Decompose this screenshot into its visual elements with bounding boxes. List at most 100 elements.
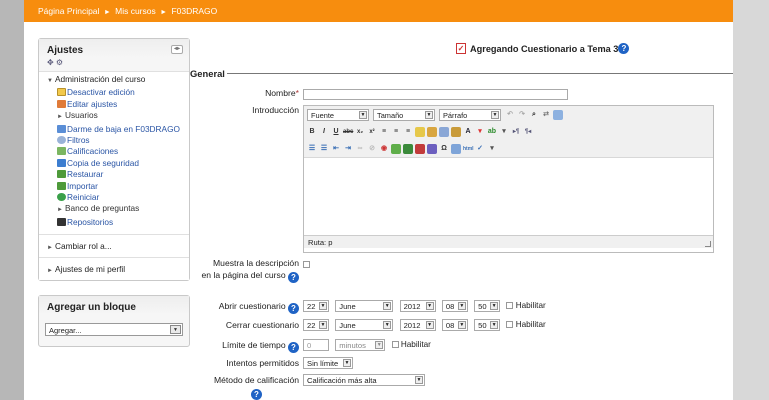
spellcheck-icon[interactable]: ✓: [475, 144, 485, 154]
time-limit-unit-select[interactable]: minutos ▼: [335, 339, 386, 351]
resize-handle-icon[interactable]: [705, 241, 711, 247]
dropdown-arrow-icon[interactable]: ▾: [499, 127, 509, 137]
align-right-icon[interactable]: ≡: [403, 127, 413, 137]
numbered-list-icon[interactable]: ☰: [319, 144, 329, 154]
time-limit-input[interactable]: 0: [303, 339, 329, 351]
fullscreen-icon[interactable]: [553, 109, 563, 120]
sidebar-item-filters[interactable]: Filtros: [47, 135, 183, 146]
sidebar-item-import[interactable]: Importar: [47, 181, 183, 192]
open-hour-select[interactable]: 08 ▼: [441, 300, 468, 312]
format-select[interactable]: Párrafo ▼: [439, 108, 501, 121]
time-limit-enable-checkbox[interactable]: [391, 341, 399, 349]
dropdown-arrow-icon[interactable]: ▾: [475, 127, 485, 137]
name-label: Nombre*: [265, 88, 299, 98]
sidebar-item-grades[interactable]: Calificaciones: [47, 146, 183, 157]
block-dock-icon[interactable]: ◂▸: [171, 45, 183, 54]
equation-icon[interactable]: [415, 143, 425, 154]
editor-toolbar: Fuente ▼ Tamaño ▼ Párrafo ▼ ↶ ↷ ⌕ ⇄ B I U a…: [304, 106, 713, 158]
help-icon[interactable]: ?: [250, 389, 262, 400]
grading-method-select[interactable]: Calificación más alta ▼: [303, 374, 425, 386]
find-icon[interactable]: ⌕: [529, 110, 539, 120]
paste-word-icon[interactable]: [439, 126, 449, 137]
help-icon[interactable]: ?: [618, 43, 630, 54]
sidebar-item-switch-role[interactable]: ► Cambiar rol a...: [39, 234, 189, 258]
open-day-select[interactable]: 22 ▼: [303, 300, 329, 312]
underline-icon[interactable]: U: [331, 127, 341, 137]
link-icon[interactable]: ∞: [355, 144, 365, 154]
intro-label: Introducción: [252, 105, 299, 115]
breadcrumb-my-courses[interactable]: Mis cursos: [115, 6, 156, 16]
dropdown-arrow-icon[interactable]: ▾: [487, 144, 497, 154]
reset-icon: [57, 193, 66, 202]
editor-content-area[interactable]: [304, 158, 713, 235]
unenrol-icon: [57, 124, 66, 133]
help-icon[interactable]: ?: [288, 303, 299, 314]
strikethrough-icon[interactable]: abc: [343, 127, 353, 137]
close-hour-select[interactable]: 08 ▼: [441, 319, 468, 331]
show-description-checkbox[interactable]: [303, 261, 310, 268]
collapsed-arrow-icon: ►: [57, 207, 63, 214]
outdent-icon[interactable]: ⇤: [331, 144, 341, 154]
highlight-color-icon[interactable]: ab: [487, 127, 497, 137]
help-icon[interactable]: ?: [288, 272, 299, 283]
time-limit-enable-label: Habilitar: [400, 340, 431, 350]
block-move-icons[interactable]: ✥ ⚙: [39, 58, 189, 71]
sidebar-item-unenrol[interactable]: Darme de baja en F03DRAGO: [47, 124, 183, 135]
table-icon[interactable]: [427, 143, 437, 154]
sidebar-item-edit-settings[interactable]: Editar ajustes: [47, 99, 183, 110]
restore-icon: [57, 170, 66, 179]
breadcrumb-home[interactable]: Página Principal: [38, 6, 99, 16]
bullet-list-icon[interactable]: ☰: [307, 144, 317, 154]
edit-html-icon[interactable]: [451, 143, 461, 154]
replace-icon[interactable]: ⇄: [541, 110, 551, 120]
open-month-select[interactable]: June ▼: [335, 300, 394, 312]
sidebar-item-restore[interactable]: Restaurar: [47, 169, 183, 180]
sidebar-item-reset[interactable]: Reiniciar: [47, 192, 183, 203]
size-select[interactable]: Tamaño ▼: [373, 108, 435, 121]
html-code-icon[interactable]: html: [463, 144, 474, 154]
close-minute-select[interactable]: 50 ▼: [474, 319, 501, 331]
font-select[interactable]: Fuente ▼: [307, 108, 369, 121]
special-char-icon[interactable]: Ω: [439, 144, 449, 154]
fieldset-legend[interactable]: General: [190, 68, 227, 79]
undo-icon[interactable]: ↶: [505, 110, 515, 120]
breadcrumb-course[interactable]: F03DRAGO: [171, 6, 217, 16]
sidebar-item-question-bank[interactable]: ► Banco de preguntas: [47, 203, 183, 216]
font-color-icon[interactable]: A: [463, 127, 473, 137]
indent-icon[interactable]: ⇥: [343, 144, 353, 154]
sidebar-item-repositories[interactable]: Repositorios: [47, 217, 183, 228]
align-left-icon[interactable]: ≡: [379, 127, 389, 137]
superscript-icon[interactable]: x²: [367, 127, 377, 137]
close-day-select[interactable]: 22 ▼: [303, 319, 329, 331]
paste-text-icon[interactable]: [427, 126, 437, 137]
help-icon[interactable]: ?: [288, 342, 299, 353]
subscript-icon[interactable]: x₂: [355, 127, 365, 137]
unlink-icon[interactable]: ⊘: [367, 144, 377, 154]
close-month-select[interactable]: June ▼: [335, 319, 394, 331]
sidebar-item-toggle-editing[interactable]: Desactivar edición: [47, 87, 183, 98]
bold-icon[interactable]: B: [307, 127, 317, 137]
italic-icon[interactable]: I: [319, 127, 329, 137]
sidebar-item-backup[interactable]: Copia de seguridad: [47, 158, 183, 169]
redo-icon[interactable]: ↷: [517, 110, 527, 120]
tree-course-admin[interactable]: ▼ Administración del curso: [47, 74, 183, 87]
media-icon[interactable]: [403, 143, 413, 154]
sidebar-item-users[interactable]: ► Usuarios: [47, 110, 183, 123]
paste-icon[interactable]: [451, 126, 461, 137]
breadcrumb: Página Principal ► Mis cursos ► F03DRAGO: [24, 0, 733, 22]
open-year-select[interactable]: 2012 ▼: [399, 300, 436, 312]
image-icon[interactable]: [391, 143, 401, 154]
open-minute-select[interactable]: 50 ▼: [474, 300, 501, 312]
attempts-select[interactable]: Sin límite ▼: [303, 357, 353, 369]
rtl-icon[interactable]: ¶◂: [523, 127, 533, 137]
sidebar-item-profile-settings[interactable]: ► Ajustes de mi perfil: [39, 257, 189, 281]
clean-icon[interactable]: [415, 126, 425, 137]
nolink-icon[interactable]: ◉: [379, 144, 389, 154]
ltr-icon[interactable]: ▸¶: [511, 127, 521, 137]
close-year-select[interactable]: 2012 ▼: [399, 319, 436, 331]
name-input[interactable]: [303, 89, 568, 100]
align-center-icon[interactable]: ≡: [391, 127, 401, 137]
add-block-select[interactable]: Agregar... ▼: [45, 323, 183, 337]
close-enable-checkbox[interactable]: [506, 321, 514, 329]
open-enable-checkbox[interactable]: [506, 302, 514, 310]
